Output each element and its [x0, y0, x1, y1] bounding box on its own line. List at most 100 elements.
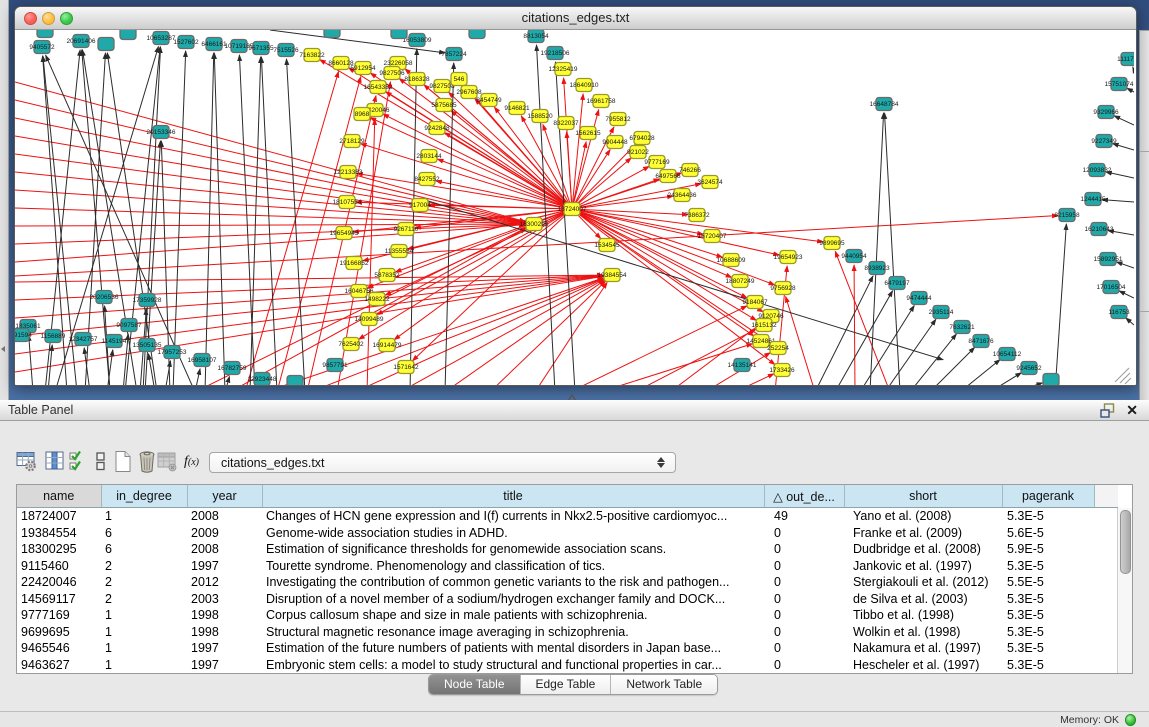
- table-cell[interactable]: 19384554: [17, 525, 101, 542]
- citation-edge-black[interactable]: [286, 59, 305, 385]
- table-cell[interactable]: 1: [101, 640, 187, 657]
- citation-edge-black[interactable]: [990, 373, 1021, 385]
- table-cell[interactable]: 1: [101, 508, 187, 525]
- table-cell[interactable]: 9115460: [17, 558, 101, 575]
- graph-node[interactable]: [324, 30, 340, 38]
- delete-table-icon[interactable]: [136, 450, 158, 473]
- table-cell[interactable]: 5.3E-5: [1002, 624, 1094, 641]
- float-panel-icon[interactable]: [1100, 403, 1116, 418]
- table-cell[interactable]: 49: [764, 508, 844, 525]
- citation-edge-red[interactable]: [15, 224, 525, 226]
- table-row[interactable]: 946362711997Embryonic stem cells: a mode…: [17, 657, 1118, 674]
- table-cell[interactable]: Nakamura et al. (1997): [844, 640, 1002, 657]
- citation-edge-black[interactable]: [1126, 318, 1134, 325]
- graph-node[interactable]: [37, 30, 53, 38]
- network-view-window[interactable]: citations_edges.txt 94055722069140610653…: [14, 6, 1137, 386]
- citation-edge-black[interactable]: [910, 334, 956, 385]
- table-cell[interactable]: 5.3E-5: [1002, 640, 1094, 657]
- graph-node[interactable]: [1043, 374, 1059, 386]
- attribute-table[interactable]: namein_degreeyeartitle△ out_de...shortpa…: [16, 484, 1133, 674]
- table-cell[interactable]: 5.3E-5: [1002, 508, 1094, 525]
- collapsed-panel-strip-right[interactable]: [1139, 30, 1149, 401]
- table-cell[interactable]: 1997: [187, 640, 262, 657]
- graph-node[interactable]: [98, 38, 114, 51]
- table-cell[interactable]: 18300295: [17, 541, 101, 558]
- tab-node-table[interactable]: Node Table: [429, 675, 521, 694]
- table-cell[interactable]: 5.9E-5: [1002, 541, 1094, 558]
- graph-node[interactable]: [391, 30, 407, 39]
- table-cell[interactable]: 2: [101, 574, 187, 591]
- citation-edge-black[interactable]: [1133, 67, 1134, 70]
- table-columns-icon[interactable]: [44, 450, 66, 473]
- table-cell[interactable]: Stergiakouli et al. (2012): [844, 574, 1002, 591]
- citation-edge-red[interactable]: [670, 321, 764, 385]
- column-header-title[interactable]: title: [262, 485, 764, 508]
- table-cell[interactable]: Jankovic et al. (1997): [844, 558, 1002, 575]
- table-cell[interactable]: 0: [764, 541, 844, 558]
- table-cell[interactable]: 2: [101, 558, 187, 575]
- column-header-pagerank[interactable]: pagerank: [1002, 485, 1094, 508]
- table-cell[interactable]: 2008: [187, 541, 262, 558]
- rows-icon[interactable]: [90, 450, 112, 473]
- table-cell[interactable]: Changes of HCN gene expression and I(f) …: [262, 508, 764, 525]
- table-row[interactable]: 977716911998Corpus callosum shape and si…: [17, 607, 1118, 624]
- table-cell[interactable]: 9465546: [17, 640, 101, 657]
- graph-node[interactable]: [287, 376, 303, 386]
- citation-edge-black[interactable]: [250, 57, 261, 385]
- citation-edge-black[interactable]: [205, 53, 214, 385]
- table-row[interactable]: 969969511998Structural magnetic resonanc…: [17, 624, 1118, 641]
- citation-edge-black[interactable]: [860, 306, 914, 385]
- table-cell[interactable]: Hescheler et al. (1997): [844, 657, 1002, 674]
- table-cell[interactable]: 1997: [187, 657, 262, 674]
- table-cell[interactable]: Tourette syndrome. Phenomenology and cla…: [262, 558, 764, 575]
- citation-edge-red[interactable]: [445, 133, 572, 209]
- table-cell[interactable]: 9463627: [17, 657, 101, 674]
- scrollbar-thumb[interactable]: [1120, 510, 1131, 574]
- table-cell[interactable]: 22420046: [17, 574, 101, 591]
- table-cell[interactable]: 1: [101, 657, 187, 674]
- citation-edge-red[interactable]: [370, 118, 572, 209]
- citation-edge-red[interactable]: [230, 228, 526, 385]
- citation-edge-black[interactable]: [261, 57, 277, 385]
- window-resize-grip-icon[interactable]: [1115, 368, 1131, 384]
- citation-edge-black[interactable]: [1102, 200, 1134, 202]
- citation-edge-red[interactable]: [361, 144, 572, 209]
- citation-edge-black[interactable]: [1119, 291, 1134, 298]
- citation-edge-red[interactable]: [735, 374, 774, 385]
- table-cell[interactable]: 2009: [187, 525, 262, 542]
- citation-edge-black[interactable]: [870, 113, 884, 385]
- citation-edge-red[interactable]: [572, 144, 636, 209]
- tab-network-table[interactable]: Network Table: [611, 675, 717, 694]
- citation-edge-red[interactable]: [15, 275, 603, 282]
- citation-edge-red[interactable]: [572, 196, 673, 209]
- table-vertical-scrollbar[interactable]: [1117, 508, 1132, 673]
- table-cell[interactable]: Franke et al. (2009): [844, 525, 1002, 542]
- table-cell[interactable]: Genome-wide association studies in ADHD.: [262, 525, 764, 542]
- graph-node[interactable]: [120, 30, 136, 40]
- select-columns-icon[interactable]: [68, 450, 90, 473]
- citation-edge-black[interactable]: [815, 276, 873, 385]
- table-row[interactable]: 946554611997Estimation of the future num…: [17, 640, 1118, 657]
- citation-edge-black[interactable]: [1114, 116, 1134, 125]
- table-cell[interactable]: 5.3E-5: [1002, 657, 1094, 674]
- table-cell[interactable]: 5.6E-5: [1002, 525, 1094, 542]
- citation-edge-black[interactable]: [885, 319, 936, 385]
- citation-edge-red[interactable]: [15, 100, 525, 222]
- table-cell[interactable]: 1997: [187, 558, 262, 575]
- citation-edge-black[interactable]: [125, 47, 160, 385]
- table-cell[interactable]: 5.3E-5: [1002, 558, 1094, 575]
- table-cell[interactable]: Tibbo et al. (1998): [844, 607, 1002, 624]
- citation-edge-black[interactable]: [29, 335, 33, 385]
- citation-edge-red[interactable]: [195, 228, 526, 385]
- citation-edge-red[interactable]: [572, 94, 583, 209]
- citation-edge-red[interactable]: [445, 280, 605, 385]
- table-cell[interactable]: Corpus callosum shape and size in male p…: [262, 607, 764, 624]
- table-cell[interactable]: 0: [764, 640, 844, 657]
- network-canvas[interactable]: 9405572206914061065328715276026466161107…: [15, 30, 1134, 385]
- table-cell[interactable]: 0: [764, 525, 844, 542]
- table-cell[interactable]: 6: [101, 541, 187, 558]
- citation-edge-black[interactable]: [173, 51, 186, 385]
- table-cell[interactable]: 0: [764, 624, 844, 641]
- citation-edge-red[interactable]: [572, 150, 610, 209]
- table-cell[interactable]: 0: [764, 607, 844, 624]
